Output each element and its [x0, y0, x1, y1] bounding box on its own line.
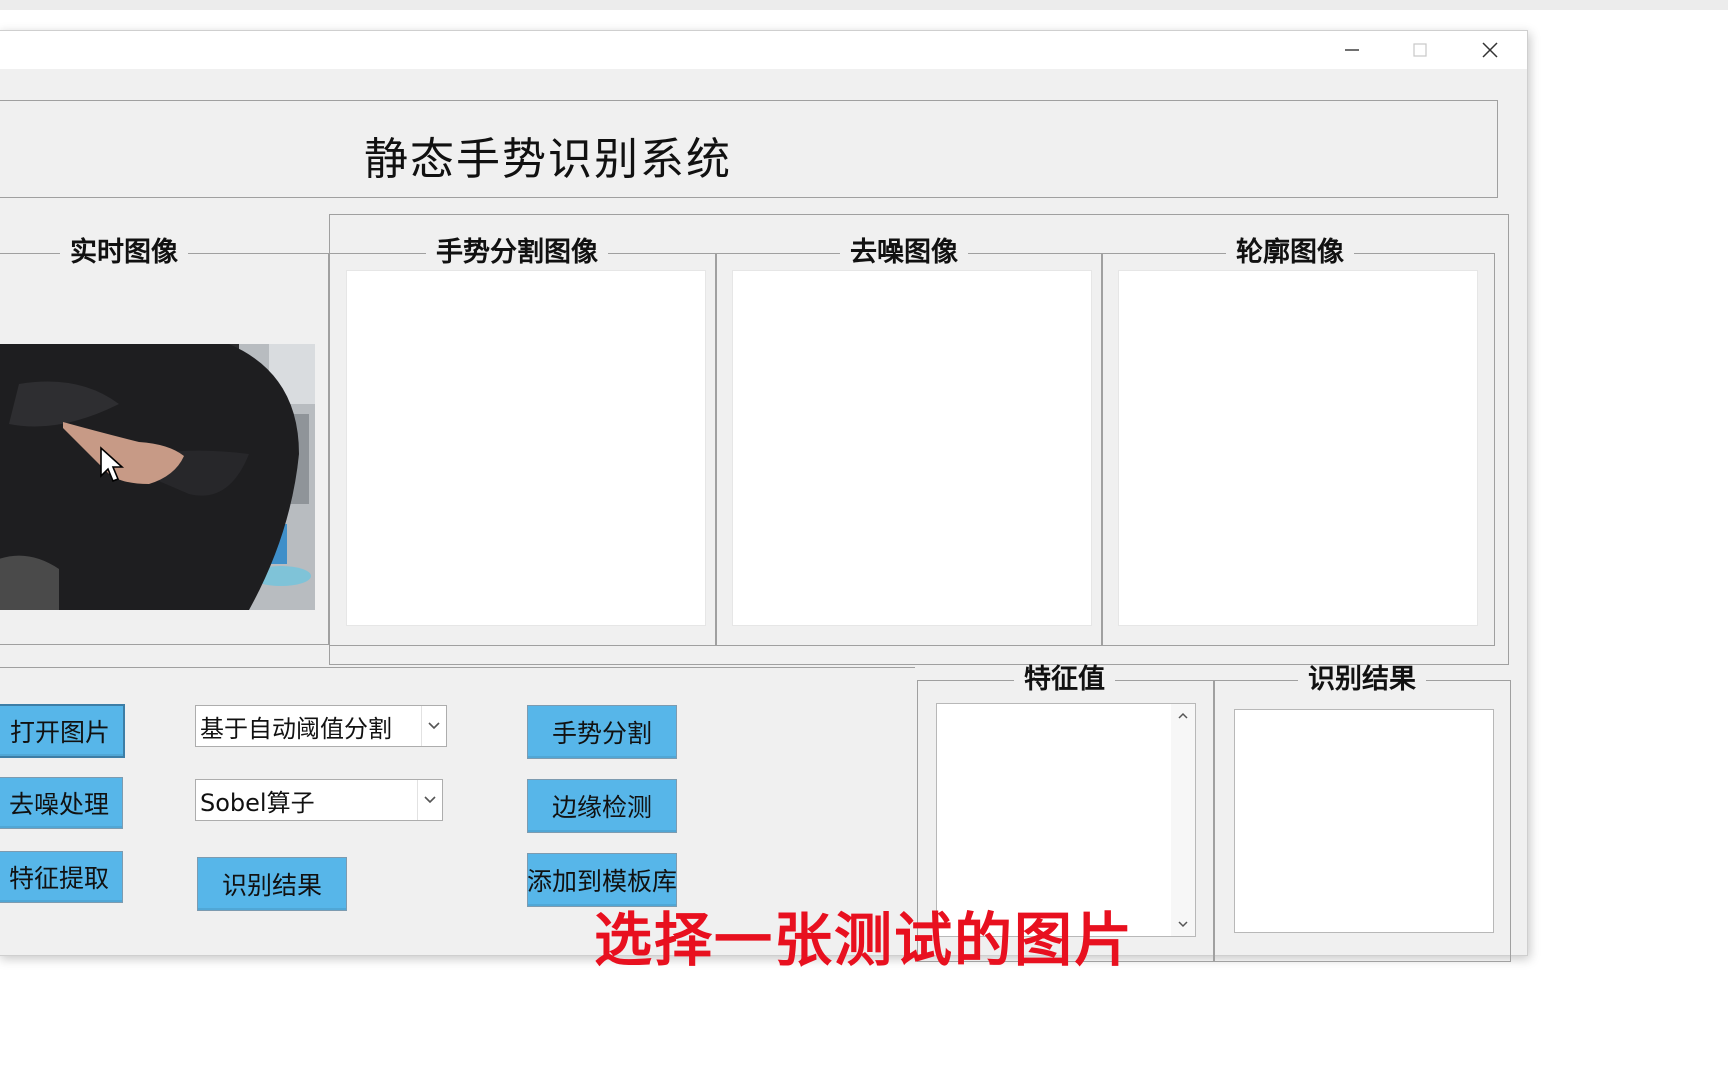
segmentation-method-value: 基于自动阈值分割: [200, 714, 392, 743]
features-label: 特征值: [1014, 665, 1115, 695]
video-caption: 选择一张测试的图片: [594, 906, 1135, 974]
title-panel: 静态手势识别系统: [0, 100, 1498, 198]
features-scrollbar[interactable]: [1171, 704, 1195, 936]
background-strip: [0, 0, 1728, 10]
denoise-image-axes: [732, 270, 1092, 626]
app-title: 静态手势识别系统: [364, 134, 732, 185]
control-panel-top-border: [0, 667, 915, 668]
realtime-group-bottom: [0, 644, 328, 646]
feature-extract-button[interactable]: 特征提取: [0, 851, 123, 903]
scroll-down-icon[interactable]: [1171, 912, 1195, 936]
segmentation-image-label: 手势分割图像: [426, 238, 608, 268]
scroll-up-icon[interactable]: [1171, 704, 1195, 728]
title-bar: [0, 31, 1527, 69]
contour-image-axes: [1118, 270, 1478, 626]
chevron-down-icon: [421, 706, 446, 746]
close-button[interactable]: [1457, 31, 1523, 69]
result-group: 识别结果: [1213, 665, 1511, 962]
denoise-image-label: 去噪图像: [840, 238, 968, 268]
realtime-photo: [0, 344, 315, 610]
denoise-image-group: 去噪图像: [715, 238, 1103, 646]
realtime-image-label: 实时图像: [60, 238, 188, 268]
denoise-button[interactable]: 去噪处理: [0, 777, 123, 829]
result-display: [1234, 709, 1494, 933]
segmentation-image-axes: [346, 270, 706, 626]
mouse-cursor-icon: [99, 446, 125, 488]
segmentation-method-select[interactable]: 基于自动阈值分割: [195, 705, 447, 747]
segmentation-image-group: 手势分割图像: [329, 238, 717, 646]
minimize-icon: [1344, 42, 1360, 58]
recognize-button[interactable]: 识别结果: [197, 857, 347, 911]
contour-image-group: 轮廓图像: [1101, 238, 1495, 646]
edge-detect-button[interactable]: 边缘检测: [527, 779, 677, 833]
maximize-icon: [1412, 42, 1428, 58]
edge-operator-value: Sobel算子: [200, 788, 315, 817]
open-image-button[interactable]: 打开图片: [0, 704, 125, 758]
chevron-down-icon: [417, 780, 442, 820]
minimize-button[interactable]: [1319, 31, 1385, 69]
close-icon: [1481, 41, 1499, 59]
result-label: 识别结果: [1298, 665, 1426, 695]
contour-image-label: 轮廓图像: [1226, 238, 1354, 268]
edge-operator-select[interactable]: Sobel算子: [195, 779, 443, 821]
app-window: 静态手势识别系统 实时图像 手势分割图像 去噪图像 轮廓图像 打开图片 去噪处理…: [0, 30, 1528, 962]
segment-button[interactable]: 手势分割: [527, 705, 677, 759]
maximize-button[interactable]: [1387, 31, 1453, 69]
